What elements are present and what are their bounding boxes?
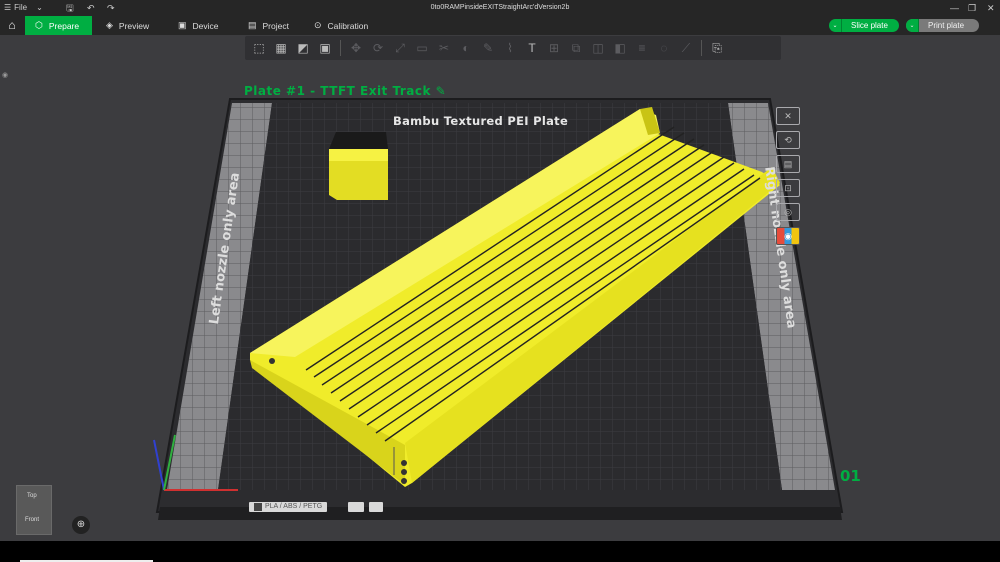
auto-orient-icon[interactable]: ◩	[293, 38, 313, 58]
emboss-icon[interactable]: ⟋	[676, 38, 696, 58]
split-objects-icon[interactable]: ◫	[588, 38, 608, 58]
filament-color-icon[interactable]: ◉	[776, 227, 800, 245]
print-plate-button[interactable]: ⌄ Print plate	[906, 19, 979, 32]
plate-settings-icon[interactable]: ◎	[776, 203, 800, 221]
add-plate-icon[interactable]: ▦	[271, 38, 291, 58]
toolbar-divider	[340, 40, 341, 56]
home-icon[interactable]: ⌂	[4, 18, 20, 33]
plate-title[interactable]: Plate #1 - TTFT Exit Track ✎	[244, 84, 446, 98]
small-block-top	[329, 149, 388, 161]
assembly-icon[interactable]: ⧉	[566, 38, 586, 58]
seam-paint-icon[interactable]: ⌇	[500, 38, 520, 58]
plate-tab	[348, 502, 364, 512]
small-block-front	[329, 161, 388, 200]
view-cube-top[interactable]: Top	[27, 493, 37, 499]
add-object-icon[interactable]: ⬚	[249, 38, 269, 58]
edit-icon[interactable]: ✎	[436, 84, 447, 98]
filament-type-tag: PLA / ABS / PETG	[249, 502, 328, 512]
main-tab-bar: ⌂ ⬡ Prepare ◈ Preview ▣ Device ▤ Project…	[0, 16, 1000, 47]
filament-type-label: PLA / ABS / PETG	[265, 503, 323, 510]
z-axis	[153, 439, 165, 491]
scale-icon[interactable]: ⤢	[390, 38, 410, 58]
split-parts-icon[interactable]: ◧	[610, 38, 630, 58]
small-block-shadow	[329, 132, 388, 149]
auto-orient-plate-icon[interactable]: ⟲	[776, 131, 800, 149]
delete-plate-icon[interactable]: ✕	[776, 107, 800, 125]
toolbar-divider	[701, 40, 702, 56]
plate-title-text: Plate #1 - TTFT Exit Track	[244, 84, 431, 98]
view-cube-front[interactable]: Front	[25, 517, 39, 523]
object-toolbar: ⬚ ▦ ◩ ▣ ✥ ⟳ ⤢ ▭ ✂ ◐ ✎ ⌇ T ⊞ ⧉ ◫ ◧ ≡ ◌ ⟋ …	[245, 36, 781, 60]
slice-view-icon[interactable]: ⎘	[707, 38, 727, 58]
device-icon: ▣	[178, 20, 187, 30]
cube-icon: ⬡	[35, 20, 43, 30]
move-icon[interactable]: ✥	[346, 38, 366, 58]
taskbar-area	[0, 541, 1000, 562]
tab-device-label: Device	[192, 20, 219, 31]
boolean-icon[interactable]: ◐	[456, 38, 476, 58]
lock-plate-icon[interactable]: ⊡	[776, 179, 800, 197]
tab-calibration[interactable]: ⊙ Calibration	[304, 16, 378, 35]
3d-viewport[interactable]: ⬚ ▦ ◩ ▣ ✥ ⟳ ⤢ ▭ ✂ ◐ ✎ ⌇ T ⊞ ⧉ ◫ ◧ ≡ ◌ ⟋ …	[0, 35, 1000, 541]
tab-preview-label: Preview	[118, 20, 150, 31]
filament-icon	[254, 503, 262, 511]
view-cube[interactable]: Top Front	[16, 485, 52, 535]
tab-preview[interactable]: ◈ Preview	[96, 16, 159, 35]
tab-project[interactable]: ▤ Project	[238, 16, 299, 35]
calibration-icon: ⊙	[314, 20, 322, 30]
chevron-down-icon[interactable]: ⌄	[906, 19, 919, 32]
project-icon: ▤	[248, 20, 257, 30]
support-paint-icon[interactable]: ✎	[478, 38, 498, 58]
tab-project-label: Project	[262, 20, 289, 31]
bed-type-label: Bambu Textured PEI Plate	[393, 114, 569, 128]
build-plate-scene	[153, 98, 844, 520]
slice-plate-button[interactable]: ⌄ Slice plate	[829, 19, 899, 32]
rotate-icon[interactable]: ⟳	[368, 38, 388, 58]
restore-icon[interactable]: ❐	[968, 0, 976, 16]
plate-side-toolbar: ✕ ⟲ ▤ ⊡ ◎ ◉	[776, 107, 802, 251]
tab-prepare[interactable]: ⬡ Prepare	[25, 16, 92, 35]
slice-plate-label: Slice plate	[851, 21, 888, 30]
tab-device[interactable]: ▣ Device	[168, 16, 229, 35]
print-plate-label: Print plate	[928, 21, 965, 30]
layers-icon: ◈	[106, 20, 113, 30]
title-bar: ☰ File ⌄ 🖫 ↶ ↷ 0to0RAMPinsideEXITStraigh…	[0, 0, 1000, 16]
measure-icon[interactable]: ⊞	[544, 38, 564, 58]
collapse-sidebar-icon[interactable]: ◉	[0, 71, 10, 81]
text-icon[interactable]: T	[522, 38, 542, 58]
plate-tab	[369, 502, 383, 512]
minimize-icon[interactable]: —	[950, 0, 959, 16]
cut-icon[interactable]: ✂	[434, 38, 454, 58]
document-title: 0to0RAMPinsideEXITStraightArc'dVersion2b	[430, 4, 570, 11]
color-paint-icon[interactable]: ◌	[654, 38, 674, 58]
tab-prepare-label: Prepare	[48, 20, 80, 31]
close-icon[interactable]: ✕	[987, 0, 995, 16]
plate-number: 01	[840, 467, 861, 485]
tab-calibration-label: Calibration	[327, 20, 369, 31]
zoom-fit-icon[interactable]: ⊕	[72, 516, 90, 534]
lay-on-face-icon[interactable]: ▭	[412, 38, 432, 58]
arrange-plate-icon[interactable]: ▤	[776, 155, 800, 173]
chevron-down-icon[interactable]: ⌄	[829, 19, 842, 32]
arrange-icon[interactable]: ▣	[315, 38, 335, 58]
variable-layer-icon[interactable]: ≡	[632, 38, 652, 58]
